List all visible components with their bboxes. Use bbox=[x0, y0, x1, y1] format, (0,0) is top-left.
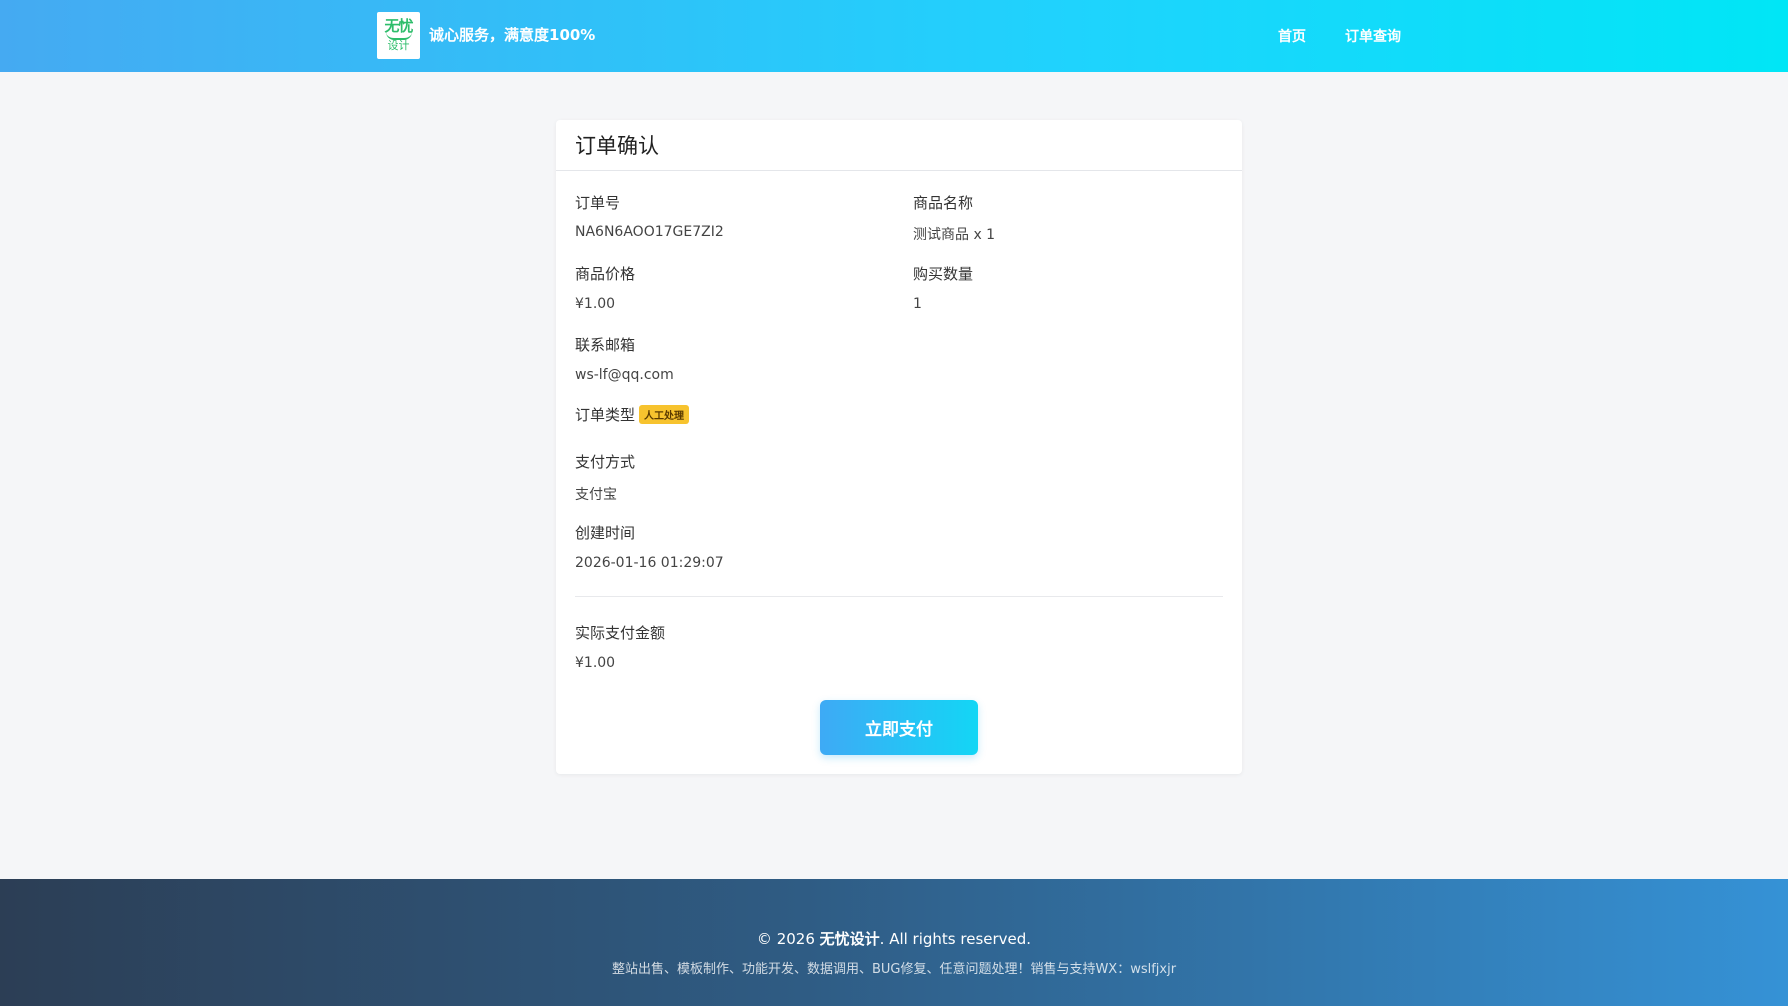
logo-text-bottom: 设计 bbox=[387, 39, 410, 52]
pay-now-button[interactable]: 立即支付 bbox=[820, 700, 978, 755]
card-title: 订单确认 bbox=[575, 134, 659, 158]
order-confirm-card: 订单确认 订单号 NA6N6AOO17GE7ZI2 商品名称 测试商品 x 1 … bbox=[556, 120, 1242, 774]
created-time-label: 创建时间 bbox=[575, 524, 636, 542]
copyright-suffix: . All rights reserved. bbox=[879, 930, 1032, 948]
order-type-row: 订单类型 人工处理 bbox=[575, 404, 690, 425]
price-label: 商品价格 bbox=[575, 265, 636, 283]
email-label: 联系邮箱 bbox=[575, 336, 636, 354]
footer-brand: 无忧设计 bbox=[819, 930, 880, 948]
product-name-value: 测试商品 x 1 bbox=[913, 227, 996, 243]
order-type-label: 订单类型 bbox=[575, 406, 636, 424]
payment-method-value: 支付宝 bbox=[575, 487, 617, 503]
amount-divider bbox=[575, 596, 1223, 597]
nav-home-link[interactable]: 首页 bbox=[1278, 26, 1306, 46]
price-value: ¥1.00 bbox=[575, 296, 616, 312]
actual-amount-label: 实际支付金额 bbox=[575, 624, 666, 642]
order-no-value: NA6N6AOO17GE7ZI2 bbox=[575, 224, 724, 240]
created-time-value: 2026-01-16 01:29:07 bbox=[575, 555, 724, 571]
footer-copyright: © 2026 无忧设计. All rights reserved. bbox=[0, 928, 1788, 949]
footer-services-text: 整站出售、模板制作、功能开发、数据调用、BUG修复、任意问题处理！销售与支持WX… bbox=[611, 962, 1177, 977]
site-logo[interactable]: 无忧 设计 bbox=[377, 12, 420, 59]
order-type-badge: 人工处理 bbox=[639, 405, 690, 424]
order-no-label: 订单号 bbox=[575, 194, 621, 212]
payment-method-label: 支付方式 bbox=[575, 453, 636, 471]
copyright-prefix: © 2026 bbox=[756, 930, 820, 948]
top-header: 无忧 设计 诚心服务，满意度100% 首页 订单查询 bbox=[0, 0, 1788, 72]
quantity-value: 1 bbox=[913, 296, 922, 312]
quantity-label: 购买数量 bbox=[913, 265, 974, 283]
product-name-label: 商品名称 bbox=[913, 194, 974, 212]
card-header: 订单确认 bbox=[556, 120, 1242, 171]
site-slogan: 诚心服务，满意度100% bbox=[429, 26, 596, 44]
email-value: ws-lf@qq.com bbox=[575, 367, 674, 383]
nav-order-query-link[interactable]: 订单查询 bbox=[1345, 26, 1401, 46]
page-footer: © 2026 无忧设计. All rights reserved. 整站出售、模… bbox=[0, 879, 1788, 1006]
actual-amount-value: ¥1.00 bbox=[575, 655, 616, 671]
